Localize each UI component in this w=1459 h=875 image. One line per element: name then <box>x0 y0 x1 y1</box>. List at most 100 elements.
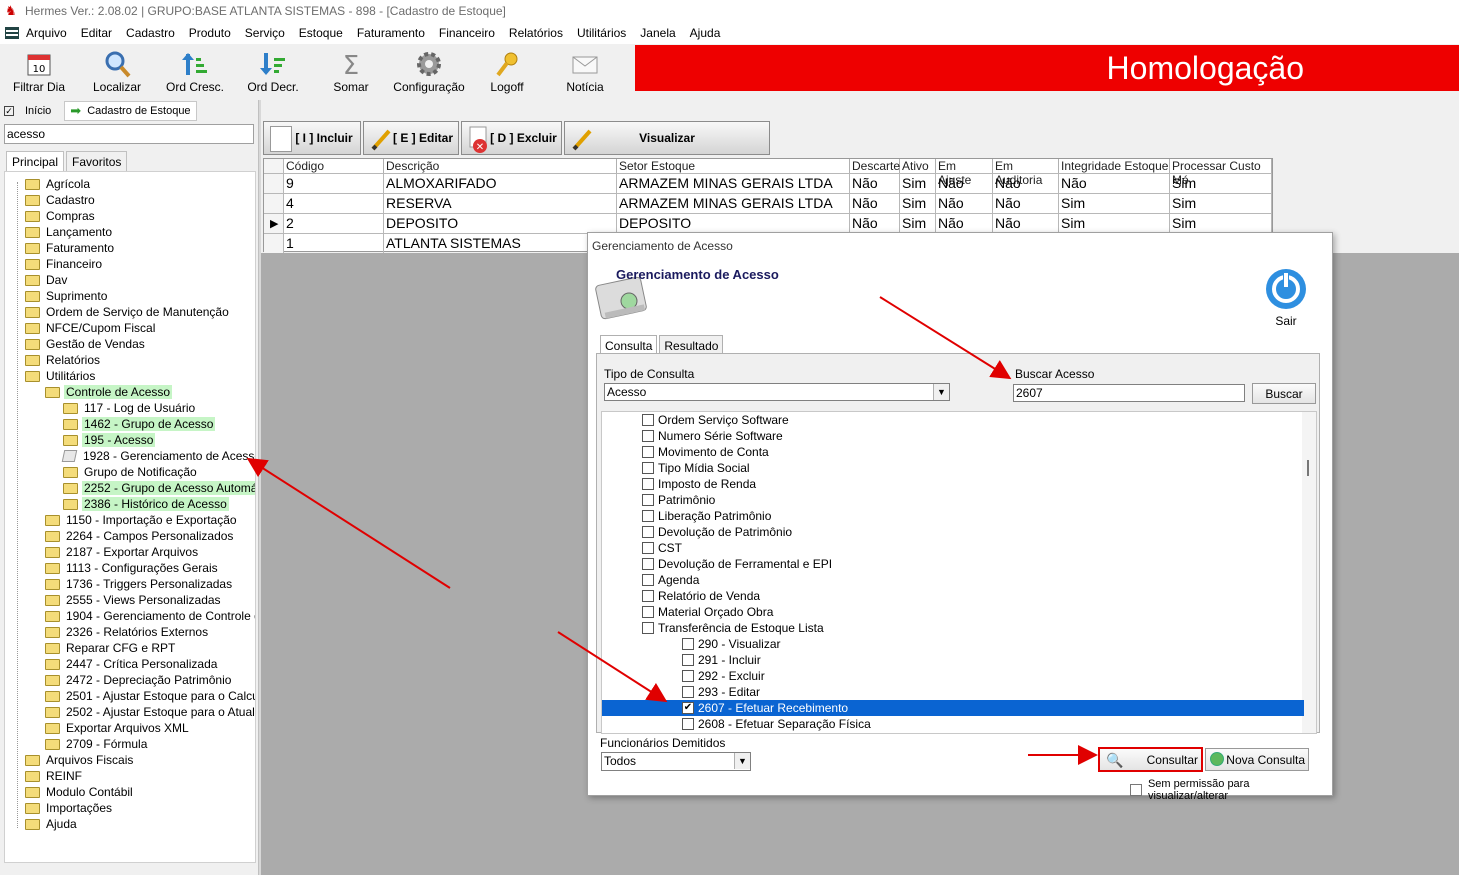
tab-cadastro-estoque[interactable]: ➡ Cadastro de Estoque <box>64 101 197 121</box>
access-item[interactable]: Numero Série Software <box>642 428 783 444</box>
tree-item[interactable]: Lançamento <box>25 224 114 240</box>
access-item[interactable]: 292 - Excluir <box>682 668 765 684</box>
checkbox[interactable] <box>642 574 654 586</box>
checkbox[interactable] <box>642 542 654 554</box>
system-menu-icon[interactable] <box>5 27 19 39</box>
grid-column-header[interactable]: Código <box>284 159 384 173</box>
toolbar-sort-descending-button[interactable]: Ord Decr. <box>234 44 312 98</box>
tree-item[interactable]: Importações <box>25 800 114 816</box>
checkbox[interactable] <box>642 494 654 506</box>
tree-item[interactable]: Gestão de Vendas <box>25 336 147 352</box>
checkbox-box[interactable] <box>1130 784 1142 796</box>
tree-item[interactable]: Faturamento <box>25 240 116 256</box>
menu-item-6[interactable]: Faturamento <box>350 26 432 40</box>
tree-item[interactable]: Dav <box>25 272 69 288</box>
menu-item-1[interactable]: Editar <box>74 26 119 40</box>
tree-item[interactable]: 1462 - Grupo de Acesso <box>63 416 216 432</box>
tree-item[interactable]: 2501 - Ajustar Estoque para o Calculado <box>45 688 255 704</box>
tree-item[interactable]: Reparar CFG e RPT <box>45 640 177 656</box>
tree-item[interactable]: 2502 - Ajustar Estoque para o Atual <box>45 704 255 720</box>
tree-item[interactable]: REINF <box>25 768 84 784</box>
checkbox[interactable] <box>682 638 694 650</box>
grid-column-header[interactable]: Ativo <box>900 159 936 173</box>
grid-row[interactable]: ▶ 2 DEPOSITO DEPOSITO Não Sim Não Não Sim Sim <box>264 213 1272 233</box>
tree-item[interactable]: Grupo de Notificação <box>63 464 199 480</box>
nova-consulta-button[interactable]: Nova Consulta <box>1205 748 1309 771</box>
checkbox[interactable] <box>642 414 654 426</box>
grid-column-header[interactable]: Processar Custo Mé <box>1170 159 1272 187</box>
checkbox-icon[interactable]: ✓ <box>4 106 14 116</box>
access-item[interactable]: ✔ 2607 - Efetuar Recebimento <box>602 700 1304 716</box>
grid-row[interactable]: 4 RESERVA ARMAZEM MINAS GERAIS LTDA Não Sim N… <box>264 193 1272 213</box>
grid-column-header[interactable]: Descarte <box>850 159 900 173</box>
tree-item[interactable]: 117 - Log de Usuário <box>63 400 197 416</box>
checkbox[interactable] <box>642 558 654 570</box>
toolbar-magnifier-button[interactable]: Localizar <box>78 44 156 98</box>
access-item[interactable]: Transferência de Estoque Lista <box>642 620 824 636</box>
tree-item[interactable]: 2264 - Campos Personalizados <box>45 528 235 544</box>
buscar-button[interactable]: Buscar <box>1252 383 1316 404</box>
toolbar-envelope-button[interactable]: Notícia <box>546 44 624 98</box>
menu-search-input[interactable]: acesso <box>4 124 254 144</box>
checkbox[interactable] <box>642 526 654 538</box>
access-item[interactable]: 290 - Visualizar <box>682 636 781 652</box>
checkbox[interactable] <box>642 478 654 490</box>
tree-item[interactable]: 1928 - Gerenciamento de Acesso <box>61 448 255 464</box>
checkbox[interactable] <box>642 590 654 602</box>
buscar-acesso-input[interactable]: 2607 <box>1013 384 1245 402</box>
checkbox[interactable] <box>642 462 654 474</box>
access-item[interactable]: 2608 - Efetuar Separação Física <box>682 716 871 732</box>
checkbox[interactable] <box>682 686 694 698</box>
access-item[interactable]: 293 - Editar <box>682 684 760 700</box>
checkbox[interactable] <box>642 430 654 442</box>
consultar-button[interactable]: 🔍 Consultar <box>1098 747 1203 772</box>
tree-item[interactable]: Ajuda <box>25 816 79 832</box>
checkbox[interactable] <box>682 654 694 666</box>
sair-button[interactable]: Sair <box>1256 263 1316 328</box>
tree-item[interactable]: 2555 - Views Personalizadas <box>45 592 223 608</box>
tab-inicio[interactable]: Início <box>14 101 56 121</box>
tree-item[interactable]: 1736 - Triggers Personalizadas <box>45 576 234 592</box>
editar-button[interactable]: [ E ] Editar <box>363 121 459 155</box>
tree-item[interactable]: 2472 - Depreciação Patrimônio <box>45 672 233 688</box>
menu-item-10[interactable]: Janela <box>633 26 682 40</box>
tree-item[interactable]: 2326 - Relatórios Externos <box>45 624 210 640</box>
sem-permissao-checkbox[interactable]: Sem permissão para visualizar/alterar <box>1130 778 1332 802</box>
visualizar-button[interactable]: Visualizar <box>564 121 770 155</box>
menu-item-4[interactable]: Serviço <box>238 26 292 40</box>
tree-item[interactable]: Arquivos Fiscais <box>25 752 135 768</box>
access-item[interactable]: Liberação Patrimônio <box>642 508 771 524</box>
tree-item[interactable]: 1113 - Configurações Gerais <box>45 560 220 576</box>
checkbox[interactable]: ✔ <box>682 702 694 714</box>
grid-row[interactable]: 9 ALMOXARIFADO ARMAZEM MINAS GERAIS LTDA Nã… <box>264 173 1272 193</box>
tree-item[interactable]: Financeiro <box>25 256 104 272</box>
menu-item-3[interactable]: Produto <box>182 26 238 40</box>
grid-column-header[interactable]: Integridade Estoque <box>1059 159 1170 173</box>
access-item[interactable]: Movimento de Conta <box>642 444 769 460</box>
menu-item-9[interactable]: Utilitários <box>570 26 633 40</box>
tree-item[interactable]: NFCE/Cupom Fiscal <box>25 320 157 336</box>
checkbox[interactable] <box>682 670 694 682</box>
access-item[interactable]: Material Orçado Obra <box>642 604 773 620</box>
tree-item[interactable]: Utilitários <box>25 368 97 384</box>
tree-item[interactable]: Exportar Arquivos XML <box>45 720 191 736</box>
tree-item[interactable]: 2252 - Grupo de Acesso Automático <box>63 480 255 496</box>
grid-column-header[interactable]: Em Auditoria <box>993 159 1059 187</box>
tree-item[interactable]: 195 - Acesso <box>63 432 156 448</box>
tree-item[interactable]: Compras <box>25 208 97 224</box>
access-item[interactable]: Patrimônio <box>642 492 715 508</box>
toolbar-gear-button[interactable]: Configuração <box>390 44 468 98</box>
menu-item-7[interactable]: Financeiro <box>432 26 502 40</box>
menu-item-5[interactable]: Estoque <box>292 26 350 40</box>
access-item[interactable]: Tipo Mídia Social <box>642 460 750 476</box>
checklist-scrollbar[interactable] <box>1302 412 1316 733</box>
access-item[interactable]: Relatório de Venda <box>642 588 760 604</box>
tree-item[interactable]: 2187 - Exportar Arquivos <box>45 544 200 560</box>
grid-column-header[interactable]: Descrição <box>384 159 617 173</box>
tree-item[interactable]: Suprimento <box>25 288 109 304</box>
grid-column-header[interactable]: Em Ajuste <box>936 159 993 187</box>
toolbar-key-button[interactable]: Logoff <box>468 44 546 98</box>
menu-item-8[interactable]: Relatórios <box>502 26 570 40</box>
access-item[interactable]: Ordem Serviço Software <box>642 412 789 428</box>
tree-item[interactable]: 2447 - Crítica Personalizada <box>45 656 219 672</box>
